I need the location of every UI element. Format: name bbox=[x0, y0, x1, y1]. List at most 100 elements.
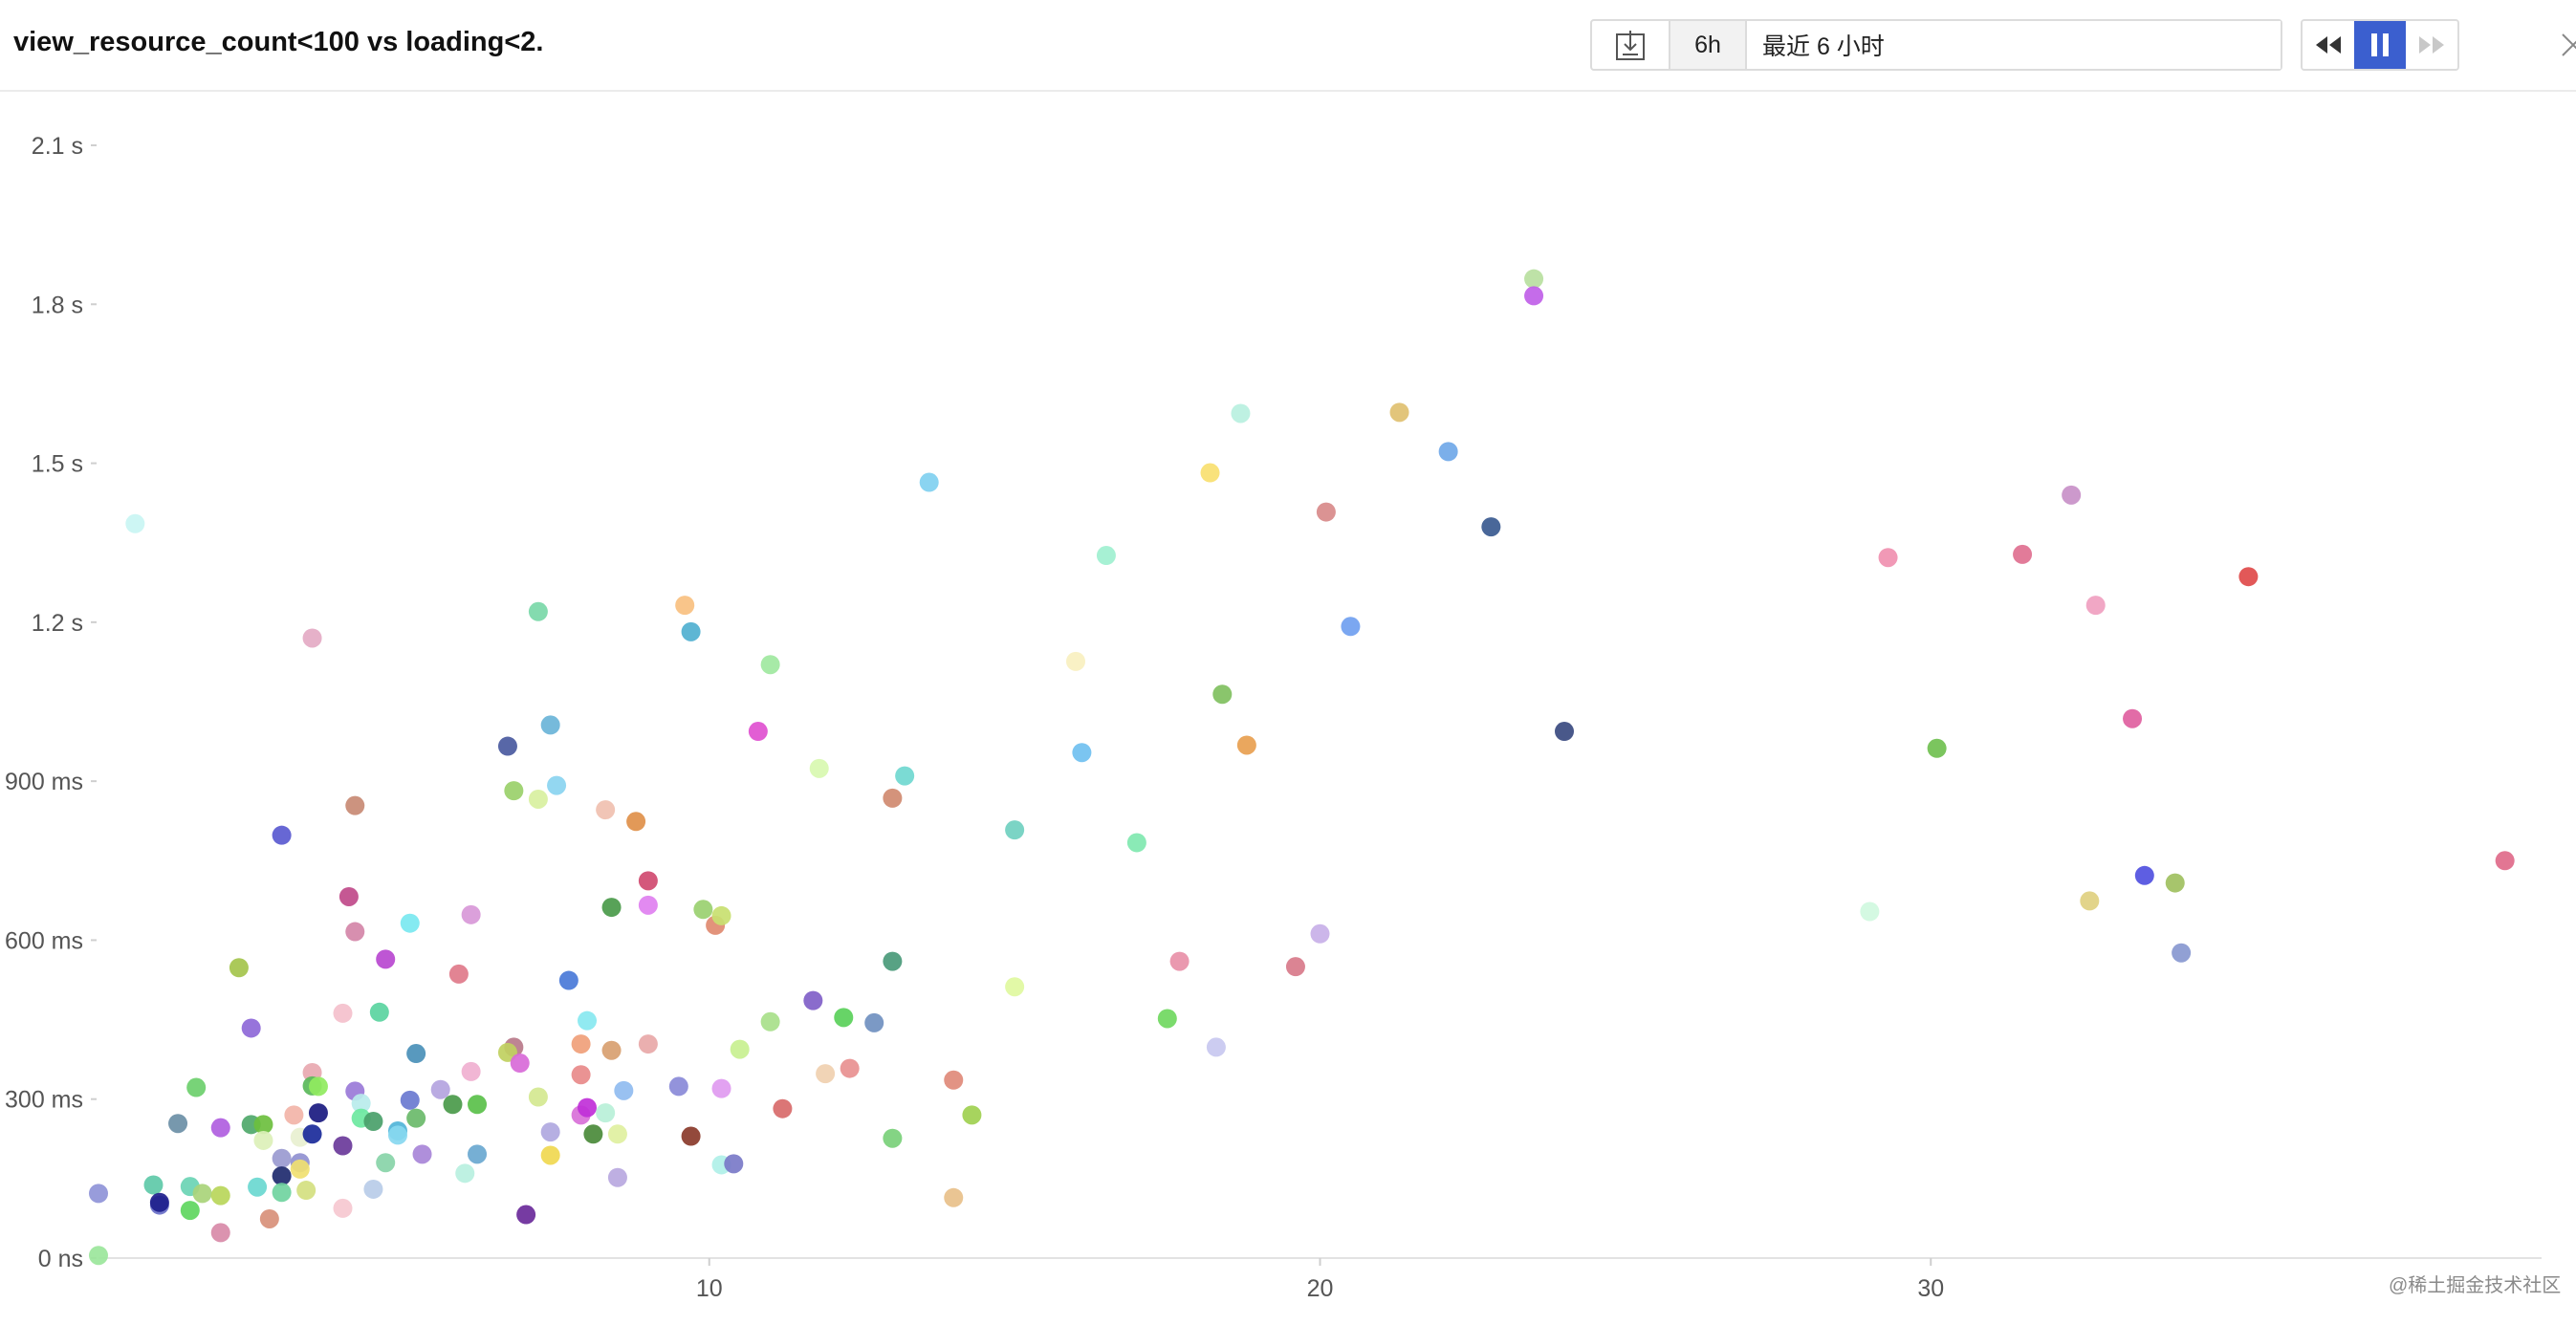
scatter-point bbox=[693, 900, 713, 920]
fast-forward-button[interactable] bbox=[2406, 21, 2457, 69]
scatter-point bbox=[601, 898, 622, 918]
scatter-point bbox=[210, 1118, 230, 1138]
scatter-point bbox=[461, 1061, 481, 1081]
y-tick-label: 1.2 s bbox=[32, 610, 83, 637]
scatter-point bbox=[1005, 820, 1025, 840]
scatter-point bbox=[1389, 402, 1409, 423]
scatter-point bbox=[773, 1098, 793, 1119]
scatter-point bbox=[2085, 596, 2106, 616]
scatter-point bbox=[578, 1010, 597, 1031]
pause-icon bbox=[2371, 33, 2389, 56]
scatter-point bbox=[400, 913, 420, 933]
scatter-point bbox=[895, 766, 915, 786]
x-tick-label: 20 bbox=[1307, 1275, 1334, 1302]
scatter-point bbox=[2062, 485, 2082, 505]
scatter-point bbox=[1524, 269, 1544, 289]
scatter-point bbox=[681, 1126, 701, 1146]
scatter-point bbox=[290, 1159, 310, 1179]
y-tick-label: 0 ns bbox=[38, 1246, 83, 1272]
scatter-point bbox=[760, 1011, 780, 1032]
scatter-point bbox=[412, 1144, 432, 1164]
scatter-point bbox=[1200, 463, 1220, 483]
scatter-point bbox=[1927, 738, 1947, 758]
scatter-point bbox=[638, 895, 658, 915]
scatter-point bbox=[578, 1097, 597, 1118]
scatter-point bbox=[638, 871, 658, 891]
scatter-point bbox=[1555, 722, 1574, 742]
scatter-point bbox=[461, 904, 481, 924]
scatter-point bbox=[681, 621, 701, 641]
close-icon[interactable] bbox=[2559, 31, 2576, 59]
scatter-point bbox=[387, 1125, 407, 1145]
scatter-point bbox=[497, 736, 517, 756]
scatter-point bbox=[296, 1181, 317, 1201]
scatter-point bbox=[1236, 735, 1256, 755]
scatter-point bbox=[468, 1095, 488, 1115]
scatter-point bbox=[864, 1012, 884, 1032]
scatter-point bbox=[614, 1080, 634, 1100]
download-button[interactable] bbox=[1592, 21, 1670, 69]
rewind-icon bbox=[2316, 36, 2341, 54]
scatter-chart: 0 ns 300 ms 600 ms 900 ms 1.2 s 1.5 s 1.8 s 2.1… bbox=[5, 133, 2542, 1302]
scatter-point bbox=[210, 1223, 230, 1243]
scatter-point bbox=[284, 1105, 304, 1125]
scatter-point bbox=[1072, 743, 1092, 763]
scatter-point bbox=[730, 1039, 750, 1059]
x-tick-label: 30 bbox=[1917, 1275, 1944, 1302]
scatter-point bbox=[406, 1108, 426, 1128]
scatter-point bbox=[711, 905, 731, 925]
scatter-point bbox=[448, 964, 469, 984]
scatter-point bbox=[2238, 567, 2259, 587]
scatter-point bbox=[338, 886, 359, 906]
time-range-input[interactable] bbox=[1747, 21, 2281, 69]
scatter-point bbox=[468, 1144, 488, 1164]
pause-button[interactable] bbox=[2354, 21, 2406, 69]
scatter-point bbox=[540, 1122, 560, 1142]
scatter-point bbox=[345, 795, 365, 815]
scatter-point bbox=[2134, 865, 2154, 885]
scatter-points bbox=[89, 269, 2515, 1266]
scatter-point bbox=[259, 1208, 279, 1228]
scatter-point bbox=[919, 472, 939, 492]
scatter-point bbox=[1212, 684, 1233, 705]
scatter-point bbox=[89, 1246, 108, 1266]
scatter-point bbox=[883, 788, 903, 808]
y-tick-label: 2.1 s bbox=[32, 133, 83, 160]
scatter-point bbox=[455, 1163, 475, 1184]
scatter-point bbox=[596, 800, 616, 820]
y-tick-label: 300 ms bbox=[5, 1087, 83, 1114]
scatter-point bbox=[400, 1090, 420, 1110]
scatter-point bbox=[1524, 286, 1544, 306]
scatter-point bbox=[2172, 943, 2192, 963]
rewind-button[interactable] bbox=[2303, 21, 2354, 69]
scatter-point bbox=[168, 1114, 188, 1134]
scatter-point bbox=[1878, 548, 1898, 568]
chart-header: view_resource_count<100 vs loading<2. 6h bbox=[0, 0, 2576, 92]
scatter-point bbox=[510, 1053, 530, 1074]
download-icon bbox=[1616, 31, 1645, 60]
fast-forward-icon bbox=[2419, 36, 2444, 54]
chart-title: view_resource_count<100 vs loading<2. bbox=[13, 27, 544, 57]
scatter-point bbox=[376, 949, 396, 969]
scatter-point bbox=[571, 1065, 591, 1085]
scatter-point bbox=[272, 825, 292, 845]
scatter-point bbox=[1066, 651, 1085, 671]
scatter-point bbox=[809, 758, 829, 778]
scatter-point bbox=[2123, 708, 2143, 728]
scatter-point bbox=[229, 958, 249, 978]
scatter-point bbox=[443, 1095, 463, 1115]
scatter-point bbox=[607, 1124, 627, 1144]
scatter-point bbox=[516, 1205, 536, 1225]
scatter-point bbox=[369, 1002, 389, 1022]
scatter-point bbox=[308, 1076, 328, 1097]
period-button[interactable]: 6h bbox=[1670, 21, 1747, 69]
scatter-point bbox=[248, 1177, 268, 1197]
scatter-point bbox=[272, 1148, 292, 1168]
scatter-point bbox=[528, 601, 548, 621]
scatter-point bbox=[883, 1128, 903, 1148]
time-range-control: 6h bbox=[1590, 19, 2282, 71]
x-tick-label: 10 bbox=[696, 1275, 723, 1302]
scatter-point bbox=[1096, 546, 1116, 566]
watermark: @稀土掘金技术社区 bbox=[2389, 1275, 2562, 1296]
scatter-point bbox=[547, 775, 567, 795]
